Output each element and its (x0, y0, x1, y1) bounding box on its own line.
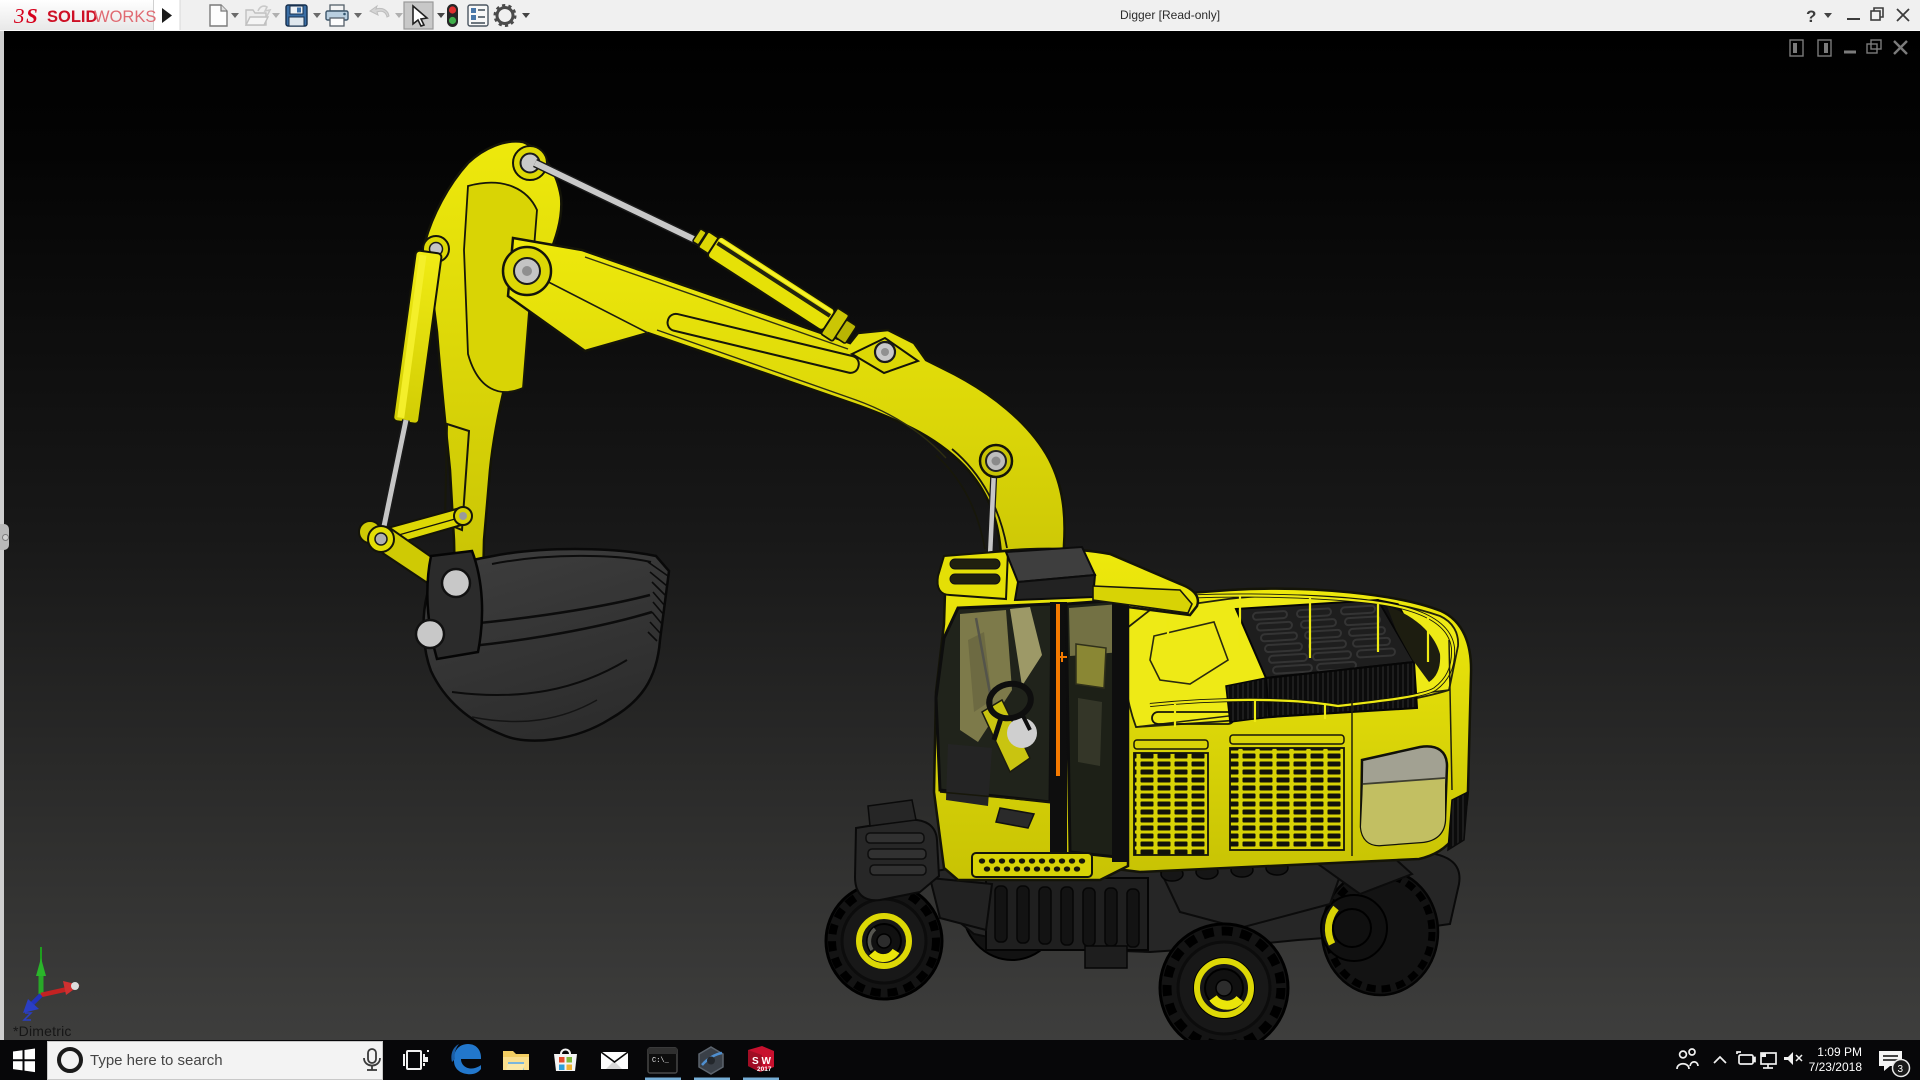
svg-text:3: 3 (1898, 1064, 1904, 1075)
svg-text:2017: 2017 (757, 1066, 772, 1073)
svg-text:SOLID: SOLID (47, 8, 98, 26)
svg-text:C:\_: C:\_ (652, 1057, 670, 1065)
svg-text:3: 3 (13, 4, 25, 28)
svg-text:?: ? (1806, 7, 1816, 26)
svg-text:S: S (26, 4, 38, 28)
svg-text:WORKS: WORKS (94, 8, 156, 26)
